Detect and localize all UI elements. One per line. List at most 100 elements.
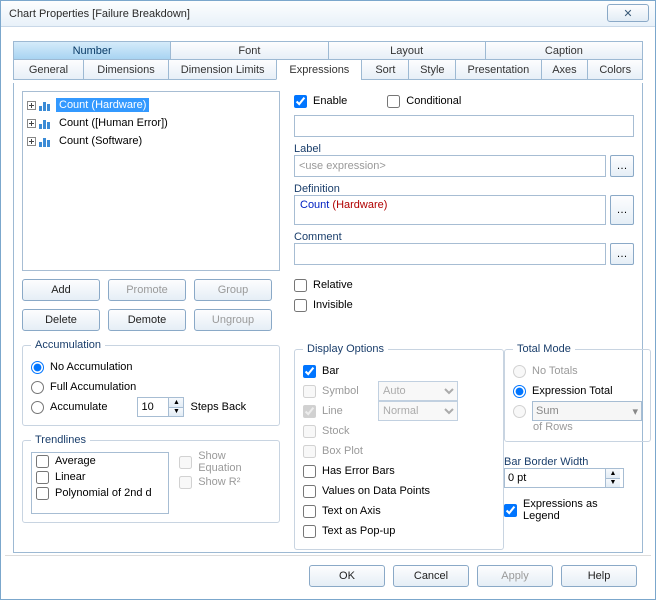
tab-font[interactable]: Font (170, 41, 328, 60)
error-bars-label: Has Error Bars (322, 465, 395, 477)
relative-check[interactable] (294, 279, 307, 292)
definition-field-label: Definition (294, 183, 634, 195)
tab-dimensions[interactable]: Dimensions (83, 59, 169, 80)
ungroup-button[interactable]: Ungroup (194, 309, 272, 331)
ellipsis-icon: … (617, 248, 628, 260)
label-input[interactable] (294, 155, 606, 177)
boxplot-label: Box Plot (322, 445, 363, 457)
tab-style[interactable]: Style (408, 59, 456, 80)
steps-back-input[interactable] (138, 398, 168, 416)
expand-icon[interactable] (27, 119, 36, 128)
full-accumulation-radio[interactable] (31, 381, 44, 394)
steps-back-spinner[interactable]: ▲▼ (137, 397, 184, 417)
tab-expressions[interactable]: Expressions (276, 59, 362, 80)
text-on-axis-label: Text on Axis (322, 505, 381, 517)
no-totals-radio (513, 365, 526, 378)
text-as-popup-label: Text as Pop-up (322, 525, 395, 537)
tab-axes[interactable]: Axes (541, 59, 589, 80)
bar-check[interactable] (303, 365, 316, 378)
total-mode-legend: Total Mode (513, 343, 575, 355)
tree-item[interactable]: Count (Software) (25, 132, 277, 150)
cancel-button[interactable]: Cancel (393, 565, 469, 587)
show-r2-label: Show R² (198, 476, 240, 488)
tab-number[interactable]: Number (13, 41, 171, 60)
demote-button[interactable]: Demote (108, 309, 186, 331)
tab-panel: Count (Hardware) Count ([Human Error]) C… (13, 83, 643, 553)
display-options-group: Display Options Bar SymbolAuto LineNorma… (294, 343, 504, 550)
error-bars-check[interactable] (303, 465, 316, 478)
delete-button[interactable]: Delete (22, 309, 100, 331)
promote-button[interactable]: Promote (108, 279, 186, 301)
trend-average-check[interactable] (36, 455, 49, 468)
bar-chart-icon (39, 99, 53, 111)
comment-browse-button[interactable]: … (610, 243, 634, 265)
conditional-input[interactable] (294, 115, 634, 137)
sum-of-rows-radio (513, 405, 526, 418)
definition-input[interactable]: Count (Hardware) (294, 195, 606, 225)
tab-presentation[interactable]: Presentation (455, 59, 541, 80)
label-browse-button[interactable]: … (610, 155, 634, 177)
bar-border-width-input[interactable] (505, 469, 605, 487)
expand-icon[interactable] (27, 137, 36, 146)
line-check (303, 405, 316, 418)
definition-browse-button[interactable]: … (610, 195, 634, 225)
close-icon: ✕ (623, 7, 632, 20)
spinner-up-icon[interactable]: ▲ (605, 469, 620, 479)
invisible-check[interactable] (294, 299, 307, 312)
trend-poly2-check[interactable] (36, 487, 49, 500)
enable-check[interactable] (294, 95, 307, 108)
group-button[interactable]: Group (194, 279, 272, 301)
accumulate-radio[interactable] (31, 401, 44, 414)
ok-button[interactable]: OK (309, 565, 385, 587)
tab-layout[interactable]: Layout (328, 41, 486, 60)
line-select: Normal (378, 401, 458, 421)
help-button[interactable]: Help (561, 565, 637, 587)
spinner-up-icon[interactable]: ▲ (168, 398, 183, 408)
tab-sort[interactable]: Sort (361, 59, 409, 80)
spinner-down-icon[interactable]: ▼ (605, 479, 620, 488)
bar-border-width-label: Bar Border Width (504, 456, 634, 468)
relative-label: Relative (313, 279, 353, 291)
trendlines-list[interactable]: Average Linear Polynomial of 2nd d (31, 452, 169, 514)
tab-dimension-limits[interactable]: Dimension Limits (168, 59, 277, 80)
trend-linear-check[interactable] (36, 471, 49, 484)
expressions-tree[interactable]: Count (Hardware) Count ([Human Error]) C… (22, 91, 280, 271)
spinner-down-icon[interactable]: ▼ (168, 408, 183, 417)
trendlines-legend: Trendlines (31, 434, 90, 446)
expand-icon[interactable] (27, 101, 36, 110)
comment-input[interactable] (294, 243, 606, 265)
no-accumulation-radio[interactable] (31, 361, 44, 374)
values-on-data-points-label: Values on Data Points (322, 485, 430, 497)
bar-border-width-spinner[interactable]: ▲▼ (504, 468, 624, 488)
tab-caption[interactable]: Caption (485, 41, 643, 60)
trend-linear-label: Linear (55, 471, 86, 483)
dialog-footer: OK Cancel Apply Help (5, 555, 651, 595)
no-totals-label: No Totals (532, 365, 578, 377)
expressions-as-legend-check[interactable] (504, 504, 517, 517)
values-on-data-points-check[interactable] (303, 485, 316, 498)
sum-select: Sum▾ (532, 401, 642, 421)
tree-item[interactable]: Count (Hardware) (25, 96, 277, 114)
tree-item[interactable]: Count ([Human Error]) (25, 114, 277, 132)
add-button[interactable]: Add (22, 279, 100, 301)
trendlines-group: Trendlines Average Linear Polynomial of … (22, 434, 280, 523)
dialog-body: Number Font Layout Caption General Dimen… (5, 27, 651, 595)
tree-item-label: Count ([Human Error]) (56, 116, 171, 130)
expression-total-radio[interactable] (513, 385, 526, 398)
text-as-popup-check[interactable] (303, 525, 316, 538)
tab-general[interactable]: General (13, 59, 84, 80)
button-row-2: Delete Demote Ungroup (22, 309, 280, 331)
comment-field-label: Comment (294, 231, 634, 243)
display-options-legend: Display Options (303, 343, 388, 355)
tab-colors[interactable]: Colors (587, 59, 643, 80)
accumulation-group: Accumulation No Accumulation Full Accumu… (22, 339, 280, 426)
expression-total-label: Expression Total (532, 385, 613, 397)
symbol-label: Symbol (322, 385, 372, 397)
ellipsis-icon: … (617, 160, 628, 172)
titlebar: Chart Properties [Failure Breakdown] ✕ (1, 1, 655, 27)
apply-button[interactable]: Apply (477, 565, 553, 587)
close-button[interactable]: ✕ (607, 4, 649, 22)
trend-poly2-label: Polynomial of 2nd d (55, 487, 152, 499)
conditional-check[interactable] (387, 95, 400, 108)
text-on-axis-check[interactable] (303, 505, 316, 518)
